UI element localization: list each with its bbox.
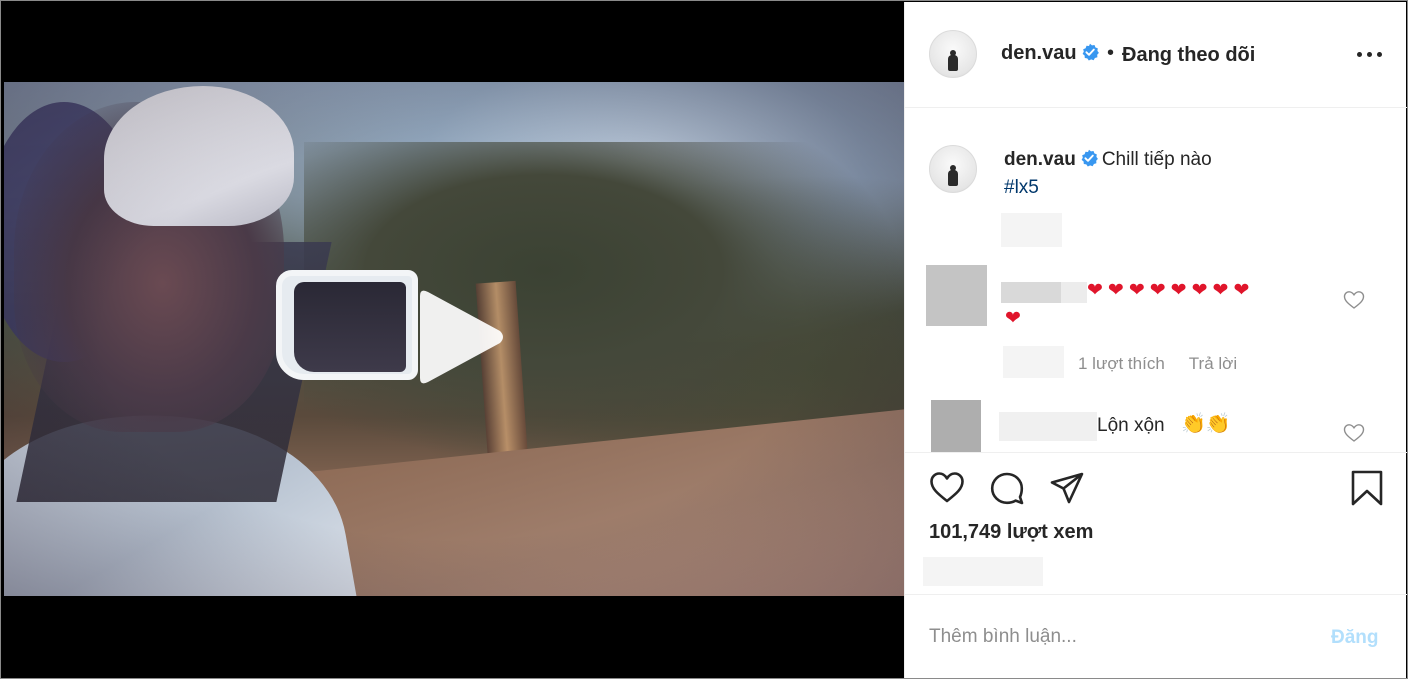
verified-badge-icon <box>1082 43 1099 61</box>
post-side-panel: den.vau • Đang theo dõi den.vau Chill ti… <box>904 2 1407 678</box>
comment-likes-count[interactable]: 1 lượt thích <box>1078 354 1165 373</box>
header-username[interactable]: den.vau <box>1001 42 1099 65</box>
comment-bubble-icon[interactable] <box>989 470 1025 506</box>
heart-icon[interactable] <box>1343 423 1365 443</box>
post-actions: 101,749 lượt xem <box>905 452 1407 594</box>
comments-list[interactable]: den.vau Chill tiếp nào #lx5 ❤❤❤❤❤❤❤❤ ❤ 1… <box>905 109 1407 452</box>
hashtag-link[interactable]: #lx5 <box>1004 177 1039 199</box>
separator-dot: • <box>1107 42 1115 64</box>
comment-emoji: 👏👏 <box>1181 413 1231 435</box>
verified-badge-icon <box>1081 149 1098 167</box>
video-area <box>2 2 904 678</box>
caption-timestamp-redacted <box>1001 213 1062 247</box>
caption: den.vau Chill tiếp nào <box>1004 149 1212 171</box>
more-options-icon[interactable] <box>1357 46 1385 62</box>
play-icon[interactable] <box>414 288 506 386</box>
caption-username[interactable]: den.vau <box>1004 149 1076 170</box>
comment-timestamp-redacted <box>1003 346 1064 378</box>
comment-text: ❤❤❤❤❤❤❤❤ <box>1087 280 1255 301</box>
avatar[interactable] <box>926 265 987 326</box>
following-button[interactable]: Đang theo dõi <box>1122 44 1255 67</box>
add-comment-section: Đăng <box>905 594 1407 678</box>
avatar[interactable] <box>931 400 981 452</box>
view-count[interactable]: 101,749 lượt xem <box>929 521 1093 544</box>
comment-text: Lộn xộn <box>1097 415 1165 436</box>
heart-icon[interactable] <box>929 470 965 506</box>
comment-input[interactable] <box>929 617 1309 657</box>
comment-username-redacted[interactable] <box>1001 282 1087 303</box>
comment-username-redacted[interactable] <box>999 412 1097 441</box>
post-timestamp-redacted <box>923 557 1043 586</box>
header-username-text: den.vau <box>1001 42 1077 64</box>
post-header: den.vau • Đang theo dõi <box>905 2 1407 108</box>
avatar[interactable] <box>929 145 977 193</box>
paper-plane-icon[interactable] <box>1049 470 1085 506</box>
heart-icon[interactable] <box>1343 290 1365 310</box>
comment-meta: 1 lượt thích Trả lời <box>1078 354 1237 374</box>
bookmark-icon[interactable] <box>1349 470 1385 506</box>
post-comment-button[interactable]: Đăng <box>1331 627 1379 649</box>
caption-text: Chill tiếp nào <box>1101 149 1212 170</box>
reply-button[interactable]: Trả lời <box>1189 354 1237 373</box>
comment-text-continued: ❤ <box>1005 308 1026 329</box>
avatar[interactable] <box>929 30 977 78</box>
